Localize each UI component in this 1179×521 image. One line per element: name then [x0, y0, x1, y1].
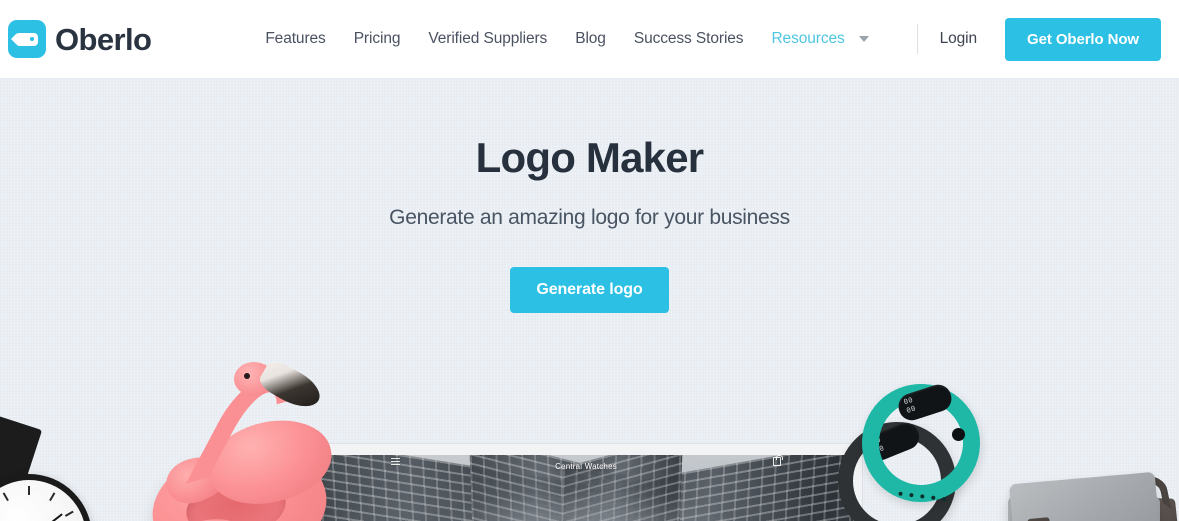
page-title: Logo Maker: [475, 134, 705, 181]
watch-minute-hand: [28, 513, 63, 521]
laptop-mockup: Central Watches central watches. SHOP NO…: [310, 444, 862, 521]
main-navigation: Features Pricing Verified Suppliers Blog…: [251, 30, 874, 48]
nav-item-success-stories[interactable]: Success Stories: [620, 30, 758, 48]
get-oberlo-now-button[interactable]: Get Oberlo Now: [1005, 17, 1161, 61]
product-messenger-backpack: [1008, 470, 1179, 521]
nav-item-blog[interactable]: Blog: [561, 30, 620, 48]
nav-item-pricing[interactable]: Pricing: [340, 30, 415, 48]
nav-item-resources-label: Resources: [771, 30, 845, 47]
bag-flap: [1009, 471, 1161, 521]
site-header: Oberlo Features Pricing Verified Supplie…: [0, 0, 1179, 78]
nav-item-verified-suppliers[interactable]: Verified Suppliers: [414, 30, 561, 48]
nav-item-features[interactable]: Features: [251, 30, 339, 48]
store-name: Central Watches: [555, 462, 617, 471]
page-root: Oberlo Features Pricing Verified Supplie…: [0, 0, 1179, 521]
product-fitness-trackers: 00 00 00 00: [820, 368, 996, 521]
product-wrist-watch: [0, 413, 92, 521]
tracker-display-teal: 00 00: [902, 395, 917, 415]
chevron-down-icon: [858, 36, 869, 42]
shopping-bag-icon[interactable]: [773, 455, 783, 466]
watch-face: [0, 474, 92, 521]
hero-section: 00 00 00 00 Central Watches Logo Maker G…: [0, 78, 1179, 521]
nav-item-resources[interactable]: Resources: [757, 30, 874, 48]
hero-content: Logo Maker Generate an amazing logo for …: [0, 78, 1179, 313]
tag-icon: [8, 20, 46, 58]
hero-subtitle: Generate an amazing logo for your busine…: [389, 206, 790, 229]
brand-name: Oberlo: [55, 21, 152, 57]
login-link[interactable]: Login: [940, 30, 978, 48]
header-divider: [916, 24, 918, 54]
brand-logo[interactable]: Oberlo: [8, 20, 152, 58]
generate-logo-button[interactable]: Generate logo: [510, 267, 669, 313]
laptop-screen: Central Watches central watches. SHOP NO…: [319, 455, 853, 521]
tracker-home-button: [952, 428, 965, 441]
product-flamingo-pool-float: [143, 356, 340, 521]
flamingo-eye: [244, 373, 250, 379]
